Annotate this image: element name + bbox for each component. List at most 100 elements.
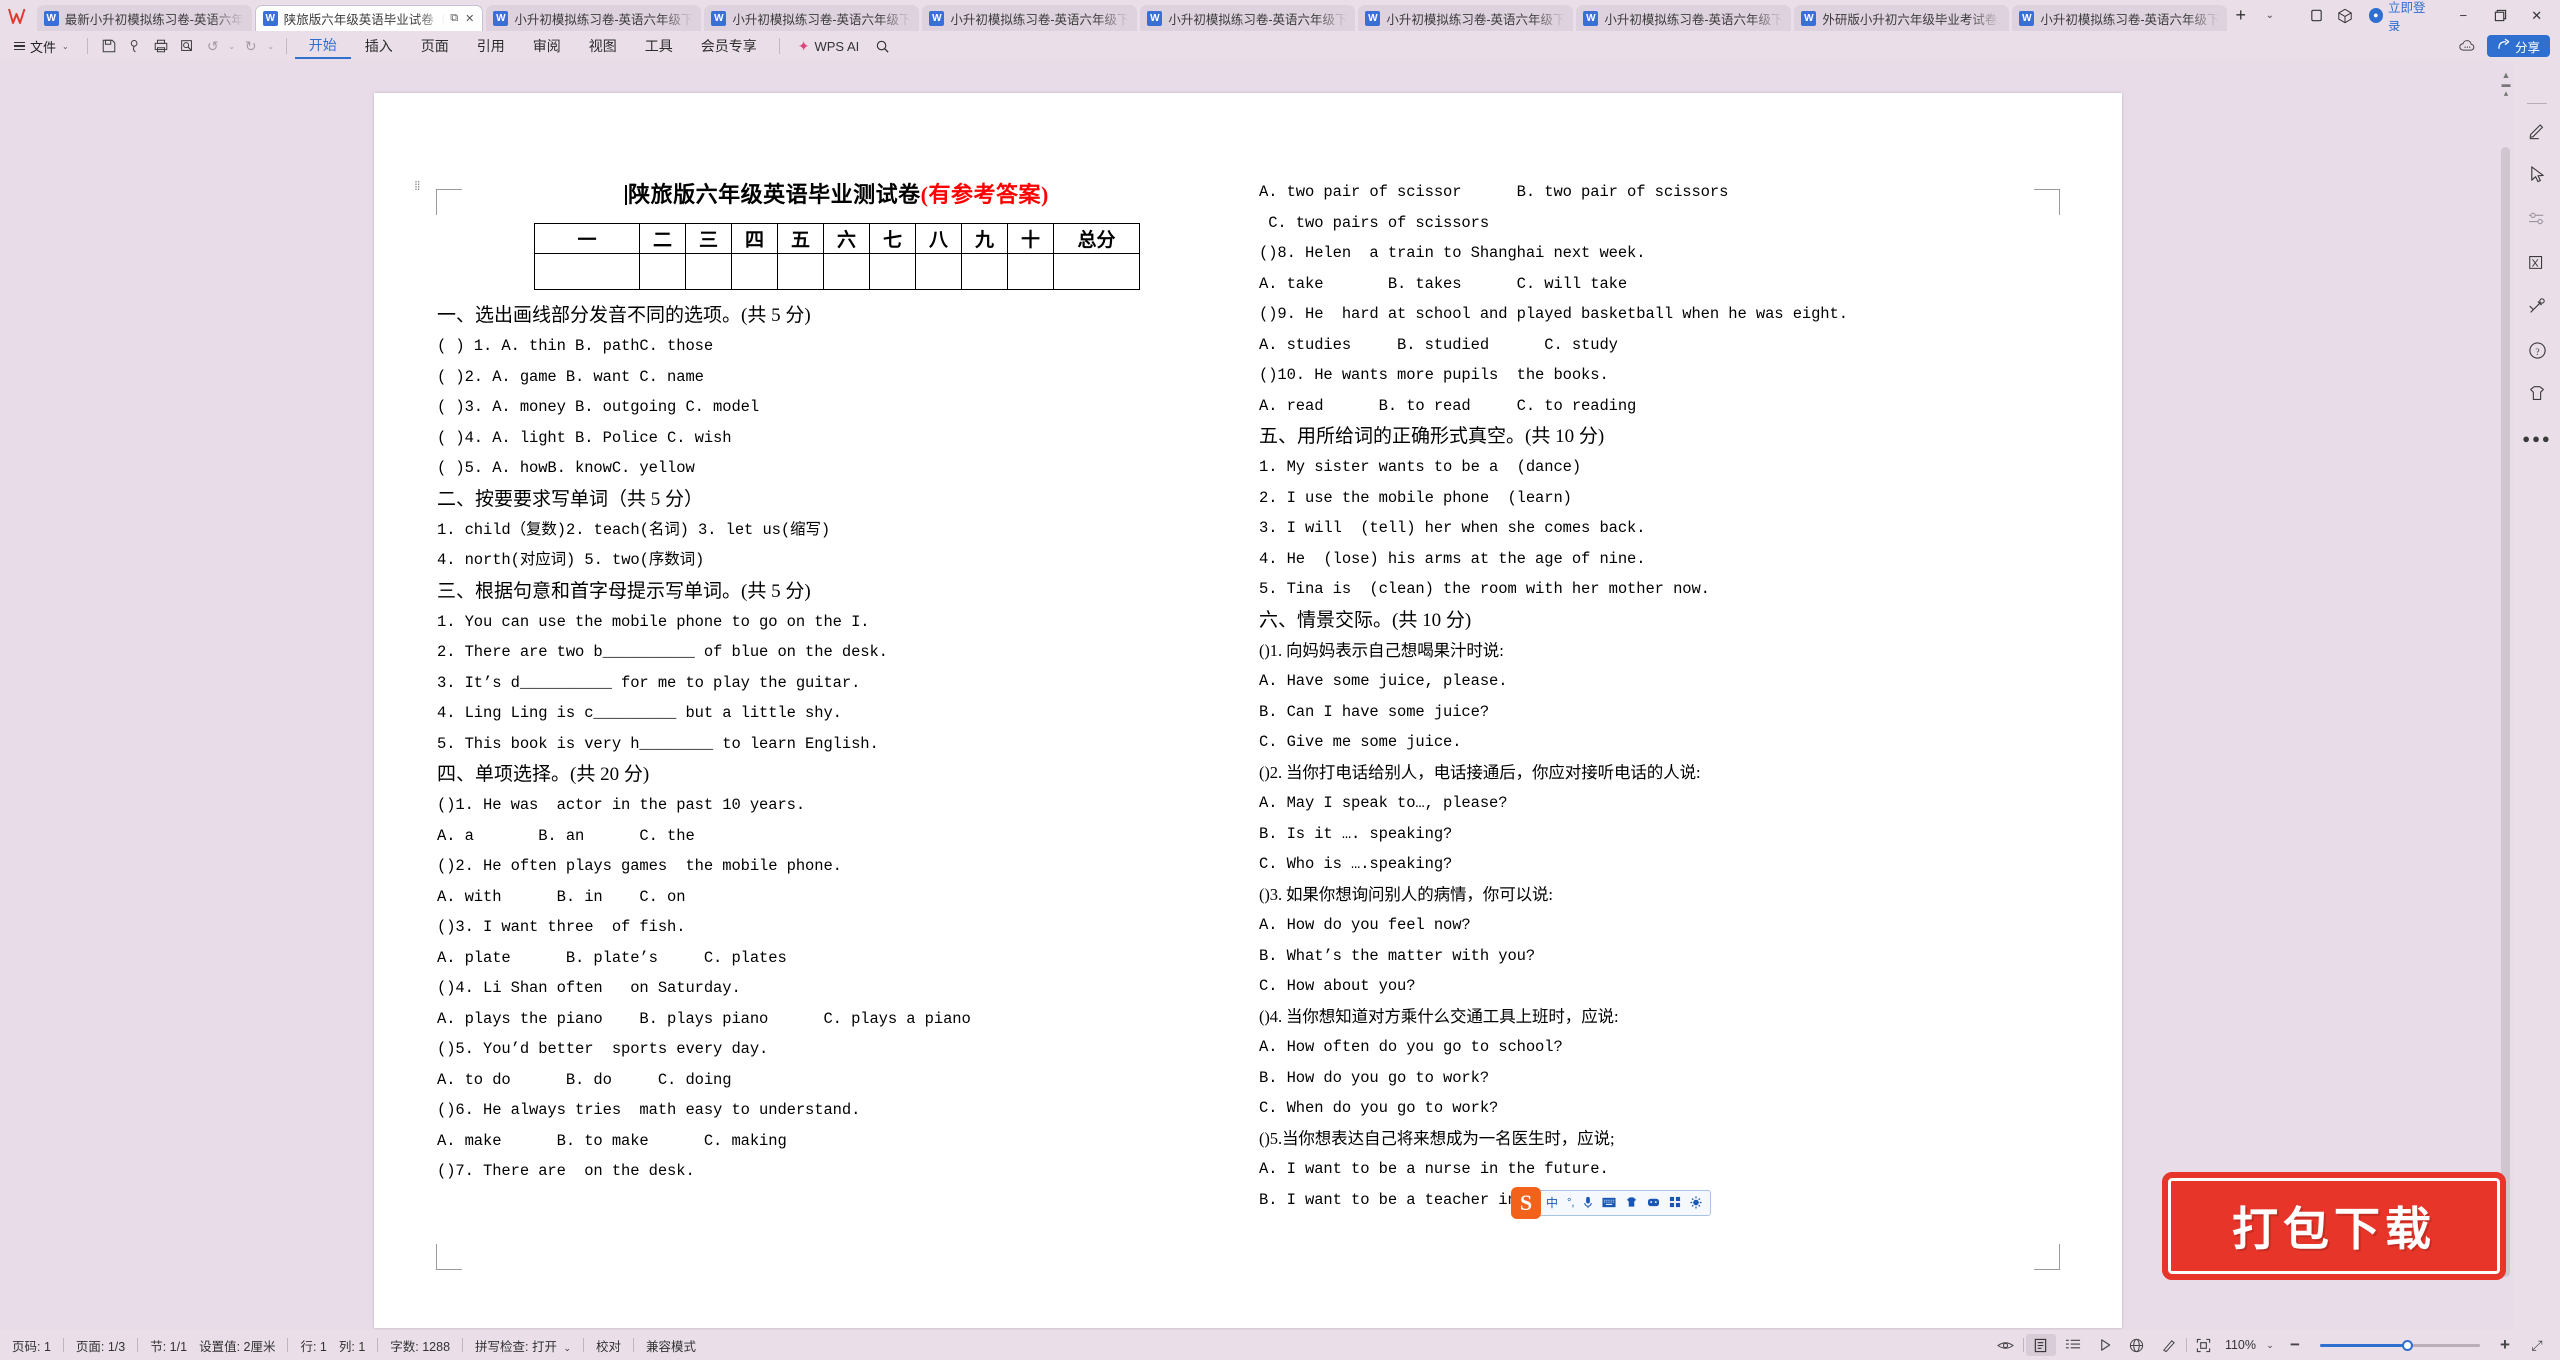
score-table-cell[interactable]	[961, 253, 1008, 290]
scrollbar-thumb[interactable]	[2501, 147, 2510, 1277]
paragraph-handle-icon[interactable]: ⣿	[414, 181, 424, 190]
status-word-count[interactable]: 字数: 1288	[378, 1336, 462, 1355]
close-button[interactable]: ✕	[2519, 0, 2554, 31]
shirt-icon[interactable]	[2514, 372, 2560, 416]
document-tab-0[interactable]: W 最新小升初模拟练习卷-英语六年级下	[36, 5, 252, 31]
redo-button[interactable]: ↻	[238, 34, 264, 58]
score-table-cell[interactable]	[685, 253, 732, 290]
ribbon-tab-3[interactable]: 引用	[463, 33, 519, 59]
print-preview-icon[interactable]	[174, 34, 200, 58]
ribbon-tab-5[interactable]: 视图	[575, 33, 631, 59]
score-table-cell[interactable]	[1007, 253, 1054, 290]
document-tab-2[interactable]: W 小升初模拟练习卷-英语六年级下册	[486, 5, 702, 31]
maximize-button[interactable]	[2483, 0, 2518, 31]
login-button[interactable]: ● 立即登录	[2361, 1, 2444, 34]
cursor-icon[interactable]	[2514, 152, 2560, 196]
score-table-cell[interactable]	[915, 253, 962, 290]
status-setting-value[interactable]: 设置值: 2厘米	[199, 1336, 287, 1355]
ribbon-tab-6[interactable]: 工具	[631, 33, 687, 59]
ribbon-tab-0[interactable]: 开始	[294, 33, 351, 59]
document-tab-7[interactable]: W 小升初模拟练习卷-英语六年级下册人	[1576, 5, 1792, 31]
punctuation-icon[interactable]: °,	[1567, 1197, 1574, 1209]
stamp-icon[interactable]	[2514, 240, 2560, 284]
emoji-icon[interactable]	[1647, 1196, 1660, 1210]
more-icon[interactable]: ●●●	[2514, 416, 2560, 460]
zoom-out-button[interactable]: −	[2280, 1334, 2310, 1356]
document-page[interactable]: ⣿ 陕旅版六年级英语毕业测试卷(有参考答案) 一二三四五六七八九十总分 一、选出…	[374, 93, 2122, 1328]
settings-icon[interactable]	[1690, 1196, 1703, 1211]
sliders-icon[interactable]	[2514, 196, 2560, 240]
scroll-top-icon[interactable]: ▲ ▬ ▴	[2500, 71, 2512, 98]
redo-chevron-icon[interactable]: ⌄	[264, 34, 278, 58]
zoom-slider-handle[interactable]	[2402, 1339, 2413, 1351]
save-icon[interactable]	[96, 34, 122, 58]
cloud-icon[interactable]	[2455, 35, 2481, 57]
status-column[interactable]: 列: 1	[339, 1336, 377, 1355]
ribbon-tab-7[interactable]: 会员专享	[687, 33, 771, 59]
ime-toolbar[interactable]: S 中 °,	[1511, 1187, 1712, 1219]
undo-button[interactable]: ↺	[200, 34, 226, 58]
search-icon[interactable]	[869, 34, 895, 58]
focus-icon[interactable]	[2189, 1334, 2219, 1356]
status-compat-mode[interactable]: 兼容模式	[634, 1336, 708, 1355]
search-doc-icon[interactable]	[122, 34, 148, 58]
window-restore-icon[interactable]	[2303, 3, 2330, 29]
chinese-mode-icon[interactable]: 中	[1546, 1197, 1558, 1209]
sogou-logo-icon[interactable]: S	[1511, 1187, 1541, 1219]
zoom-slider[interactable]	[2320, 1339, 2480, 1351]
keyboard-icon[interactable]	[1602, 1197, 1617, 1210]
status-page-count[interactable]: 页面: 1/3	[64, 1336, 137, 1355]
zoom-level-label[interactable]: 110%	[2221, 1338, 2260, 1352]
help-icon[interactable]: ?	[2514, 328, 2560, 372]
zoom-in-button[interactable]: +	[2490, 1334, 2520, 1356]
print-icon[interactable]	[148, 34, 174, 58]
status-spellcheck[interactable]: 拼写检查: 打开 ⌄	[463, 1336, 583, 1355]
document-tab-1[interactable]: W 陕旅版六年级英语毕业试卷（ ⧉ ✕	[254, 5, 484, 31]
download-watermark-button[interactable]: 打包下载	[2162, 1172, 2506, 1280]
cube-icon[interactable]	[2332, 3, 2359, 29]
score-table-cell[interactable]	[869, 253, 916, 290]
score-table-cell[interactable]	[639, 253, 686, 290]
score-table-cell[interactable]	[1053, 253, 1140, 290]
eye-icon[interactable]	[1991, 1334, 2021, 1356]
document-tab-8[interactable]: W 外研版小升初六年级毕业考试卷.doc	[1794, 5, 2010, 31]
status-row[interactable]: 行: 1	[288, 1336, 338, 1355]
play-icon[interactable]	[2090, 1334, 2120, 1356]
document-tab-4[interactable]: W 小升初模拟练习卷-英语六年级下册人	[922, 5, 1138, 31]
status-proofread[interactable]: 校对	[584, 1336, 633, 1355]
web-view-icon[interactable]	[2122, 1334, 2152, 1356]
score-table-cell[interactable]	[534, 253, 640, 290]
score-table-cell[interactable]	[731, 253, 778, 290]
undo-chevron-icon[interactable]: ⌄	[226, 34, 238, 58]
fullscreen-button[interactable]: ⤢	[2522, 1334, 2552, 1356]
ribbon-tab-2[interactable]: 页面	[407, 33, 463, 59]
status-page-number[interactable]: 页码: 1	[0, 1336, 63, 1355]
document-tab-9[interactable]: W 小升初模拟练习卷-英语六年级下册沪	[2012, 5, 2228, 31]
document-tab-5[interactable]: W 小升初模拟练习卷-英语六年级下册人	[1140, 5, 1356, 31]
file-menu-button[interactable]: 文件 ⌄	[0, 34, 79, 58]
tab-close-icon[interactable]: ✕	[465, 12, 474, 25]
vertical-scrollbar[interactable]: ▲ ▬ ▴	[2498, 61, 2514, 1330]
skin-icon[interactable]	[1625, 1196, 1638, 1210]
share-button[interactable]: 分享	[2486, 35, 2550, 57]
outline-view-icon[interactable]	[2058, 1334, 2088, 1356]
ribbon-tab-1[interactable]: 插入	[351, 33, 407, 59]
new-tab-button[interactable]: +	[2227, 3, 2254, 29]
document-tab-6[interactable]: W 小升初模拟练习卷-英语六年级下册外	[1358, 5, 1574, 31]
zoom-chevron-icon[interactable]: ⌄	[2262, 1334, 2278, 1356]
wps-ai-button[interactable]: ✦ WPS AI	[788, 38, 870, 55]
score-table-cell[interactable]	[777, 253, 824, 290]
page-view-icon[interactable]	[2025, 1334, 2056, 1356]
brush-icon[interactable]	[2154, 1334, 2184, 1356]
ribbon-tab-4[interactable]: 审阅	[519, 33, 575, 59]
microphone-icon[interactable]	[1583, 1196, 1593, 1211]
tools-icon[interactable]	[2514, 284, 2560, 328]
status-section[interactable]: 节: 1/1	[138, 1336, 199, 1355]
minimize-button[interactable]: −	[2446, 0, 2481, 31]
document-tab-3[interactable]: W 小升初模拟练习卷-英语六年级下册	[704, 5, 920, 31]
pen-icon[interactable]	[2514, 108, 2560, 152]
score-table-cell[interactable]	[823, 253, 870, 290]
tab-restore-icon[interactable]: ⧉	[450, 12, 458, 25]
apps-icon[interactable]	[1669, 1196, 1681, 1210]
tab-list-chevron-icon[interactable]: ⌄	[2256, 3, 2283, 29]
